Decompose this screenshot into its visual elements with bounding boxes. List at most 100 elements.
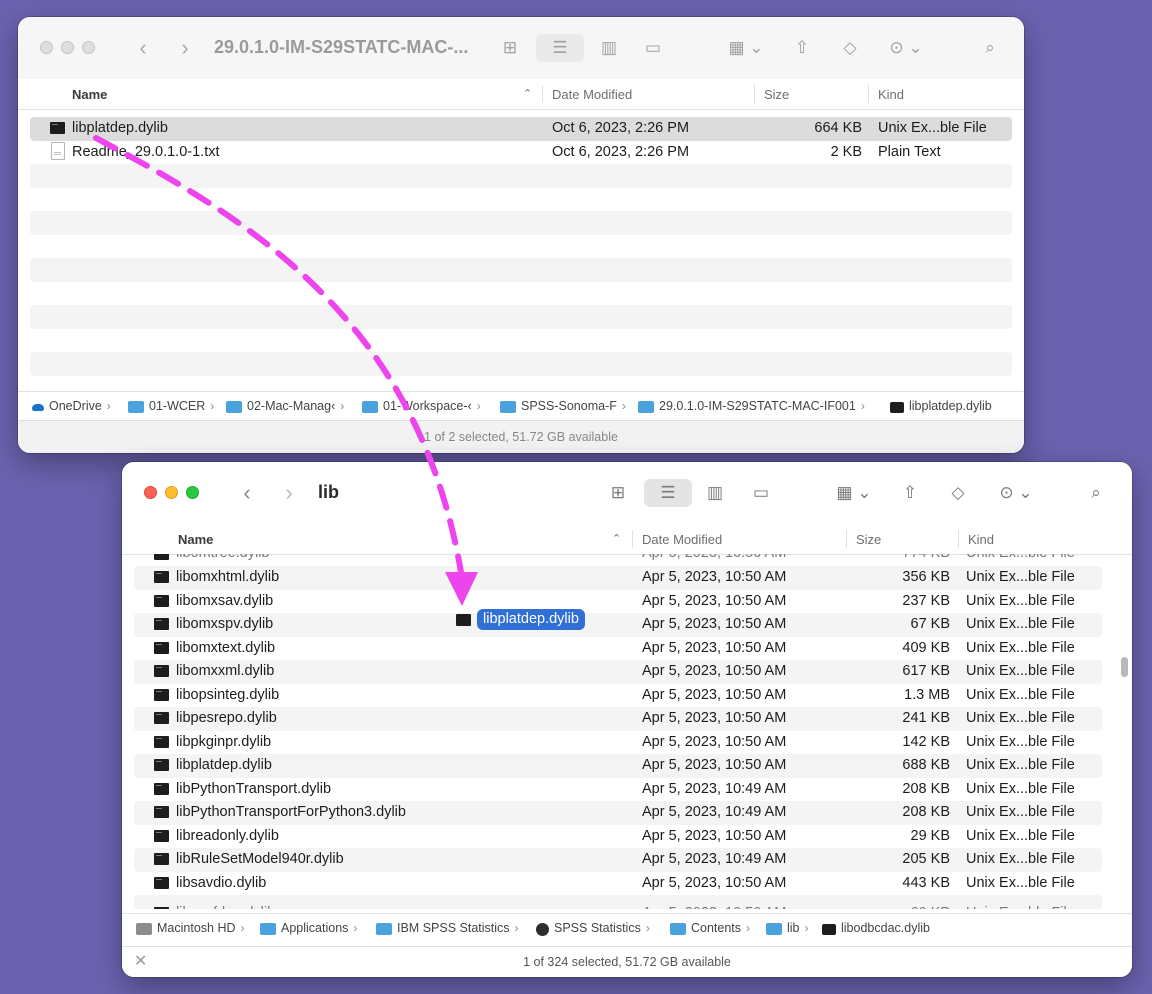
column-view-icon[interactable]: ▥	[596, 34, 622, 62]
file-name: libsavfdao.dylib	[176, 905, 275, 909]
path-item[interactable]: libodbcdac.dylib	[822, 921, 930, 935]
file-row[interactable]: Readme_29.0.1.0-1.txt Oct 6, 2023, 2:26 …	[30, 141, 1012, 165]
file-row[interactable]: libomxsav.dylib Apr 5, 2023, 10:50 AM 237 …	[134, 590, 1102, 614]
column-name[interactable]: Name	[178, 532, 213, 547]
file-name: libomtree.dylib	[176, 554, 270, 561]
file-size: 688 KB	[902, 757, 950, 773]
share-icon[interactable]: ⇧	[790, 34, 814, 62]
file-row[interactable]: libreadonly.dylib Apr 5, 2023, 10:50 AM 29…	[134, 825, 1102, 849]
column-size[interactable]: Size	[856, 532, 881, 547]
file-row[interactable]: libpesrepo.dylib Apr 5, 2023, 10:50 AM 241…	[134, 707, 1102, 731]
path-item[interactable]: IBM SPSS Statistics ›	[376, 921, 519, 935]
file-row[interactable]: libomxspv.dylib Apr 5, 2023, 10:50 AM 67 K…	[134, 613, 1102, 637]
minimize-button[interactable]	[61, 41, 74, 54]
file-size: 241 KB	[902, 710, 950, 726]
path-item[interactable]: SPSS-Sonoma-F ›	[500, 399, 626, 413]
path-item[interactable]: Contents ›	[670, 921, 750, 935]
search-icon[interactable]: ⌕	[1084, 479, 1108, 507]
file-size: 67 KB	[910, 616, 951, 632]
file-kind: Unix Ex...ble File	[966, 804, 1075, 820]
path-item[interactable]: SPSS Statistics ›	[536, 921, 650, 936]
path-item[interactable]: Applications ›	[260, 921, 357, 935]
file-row[interactable]: libsavfdao.dylib Apr 5, 2023, 10:50 AM 60 …	[134, 895, 1102, 909]
forward-button[interactable]: ›	[278, 479, 300, 507]
close-icon[interactable]: ✕	[134, 947, 147, 977]
column-date[interactable]: Date Modified	[552, 87, 632, 102]
more-actions-icon[interactable]: ⊙ ⌄	[884, 34, 928, 62]
column-kind[interactable]: Kind	[968, 532, 994, 547]
zoom-button[interactable]	[82, 41, 95, 54]
file-row[interactable]: libomtree.dylib Apr 5, 2023, 10:50 AM 774 …	[134, 554, 1102, 566]
file-size: 617 KB	[902, 663, 950, 679]
column-kind[interactable]: Kind	[878, 87, 904, 102]
file-row[interactable]: libomxxml.dylib Apr 5, 2023, 10:50 AM 617 …	[134, 660, 1102, 684]
back-button[interactable]: ‹	[132, 34, 154, 62]
file-date: Apr 5, 2023, 10:50 AM	[642, 733, 787, 750]
file-row[interactable]: libomxhtml.dylib Apr 5, 2023, 10:50 AM 356…	[134, 566, 1102, 590]
file-row[interactable]: libPythonTransportForPython3.dylib Apr 5,…	[134, 801, 1102, 825]
file-date: Apr 5, 2023, 10:50 AM	[642, 639, 787, 656]
file-row[interactable]: libPythonTransport.dylib Apr 5, 2023, 10:…	[134, 778, 1102, 802]
file-kind: Unix Ex...ble File	[966, 905, 1075, 909]
folder-icon	[260, 923, 276, 935]
file-kind: Unix Ex...ble File	[966, 663, 1075, 679]
file-row[interactable]: libopsinteg.dylib Apr 5, 2023, 10:50 AM 1.…	[134, 684, 1102, 708]
path-item[interactable]: libplatdep.dylib	[890, 399, 992, 413]
file-row[interactable]: libsavdio.dylib Apr 5, 2023, 10:50 AM 443 …	[134, 872, 1102, 896]
back-button[interactable]: ‹	[236, 479, 258, 507]
folder-icon	[226, 401, 242, 413]
empty-row	[30, 211, 1012, 235]
file-row[interactable]: libomxtext.dylib Apr 5, 2023, 10:50 AM 409…	[134, 637, 1102, 661]
file-size: 142 KB	[902, 733, 950, 750]
column-name[interactable]: Name	[72, 87, 107, 102]
finder-window-destination[interactable]: ‹ › lib ⊞ ☰ ▥ ▭ ▦ ⌄ ⇧ ◇ ⊙ ⌄ ⌕ Name ⌃ Dat…	[122, 462, 1132, 977]
file-row[interactable]: libRuleSetModel940r.dylib Apr 5, 2023, 10…	[134, 848, 1102, 872]
empty-row	[30, 235, 1012, 259]
close-button[interactable]	[144, 486, 157, 499]
file-kind: Unix Ex...ble File	[966, 780, 1075, 797]
path-item[interactable]: 01-Workspace-‹ ›	[362, 399, 481, 413]
share-icon[interactable]: ⇧	[898, 479, 922, 507]
icon-view-icon[interactable]: ⊞	[606, 479, 630, 507]
gallery-view-icon[interactable]: ▭	[638, 34, 668, 62]
file-name: libpesrepo.dylib	[176, 710, 277, 726]
zoom-button[interactable]	[186, 486, 199, 499]
search-icon[interactable]: ⌕	[978, 34, 1002, 62]
path-item[interactable]: 29.0.1.0-IM-S29STATC-MAC-IF001 ›	[638, 399, 865, 413]
file-date: Apr 5, 2023, 10:49 AM	[642, 780, 787, 797]
scrollbar-thumb[interactable]	[1121, 657, 1128, 677]
group-icon[interactable]: ▦ ⌄	[724, 34, 768, 62]
close-button[interactable]	[40, 41, 53, 54]
tag-icon[interactable]: ◇	[944, 479, 972, 507]
file-kind: Plain Text	[878, 143, 941, 160]
minimize-button[interactable]	[165, 486, 178, 499]
file-row[interactable]: libpkginpr.dylib Apr 5, 2023, 10:50 AM 142…	[134, 731, 1102, 755]
status-bar: ✕ 1 of 324 selected, 51.72 GB available	[122, 946, 1132, 977]
file-row[interactable]: libplatdep.dylib Oct 6, 2023, 2:26 PM 66…	[30, 117, 1012, 141]
path-bar: Macintosh HD › Applications › IBM SPSS Sta…	[122, 913, 1132, 944]
path-item[interactable]: 01-WCER ›	[128, 399, 214, 413]
finder-window-source[interactable]: ‹ › 29.0.1.0-IM-S29STATC-MAC-... ⊞ ☰ ▥ ▭…	[18, 17, 1024, 453]
toolbar: ‹ › 29.0.1.0-IM-S29STATC-MAC-... ⊞ ☰ ▥ ▭…	[18, 17, 1024, 80]
column-date[interactable]: Date Modified	[642, 532, 722, 547]
file-kind: Unix Ex...ble File	[966, 592, 1075, 609]
path-item[interactable]: lib ›	[766, 921, 809, 935]
gallery-view-icon[interactable]: ▭	[746, 479, 776, 507]
tag-icon[interactable]: ◇	[836, 34, 864, 62]
path-item[interactable]: Macintosh HD ›	[136, 921, 245, 935]
icon-view-icon[interactable]: ⊞	[498, 34, 522, 62]
file-name: libomxtext.dylib	[176, 639, 276, 656]
folder-icon	[362, 401, 378, 413]
list-view-icon[interactable]: ☰	[536, 34, 584, 62]
file-kind: Unix Ex...ble File	[966, 686, 1075, 703]
column-view-icon[interactable]: ▥	[702, 479, 728, 507]
file-row[interactable]: libplatdep.dylib Apr 5, 2023, 10:50 AM 688…	[134, 754, 1102, 778]
exec-file-icon	[154, 853, 169, 865]
path-item[interactable]: OneDrive ›	[32, 399, 111, 413]
path-item[interactable]: 02-Mac-Manag‹ ›	[226, 399, 344, 413]
forward-button[interactable]: ›	[174, 34, 196, 62]
list-view-icon[interactable]: ☰	[644, 479, 692, 507]
column-size[interactable]: Size	[764, 87, 789, 102]
group-icon[interactable]: ▦ ⌄	[832, 479, 876, 507]
more-actions-icon[interactable]: ⊙ ⌄	[994, 479, 1038, 507]
